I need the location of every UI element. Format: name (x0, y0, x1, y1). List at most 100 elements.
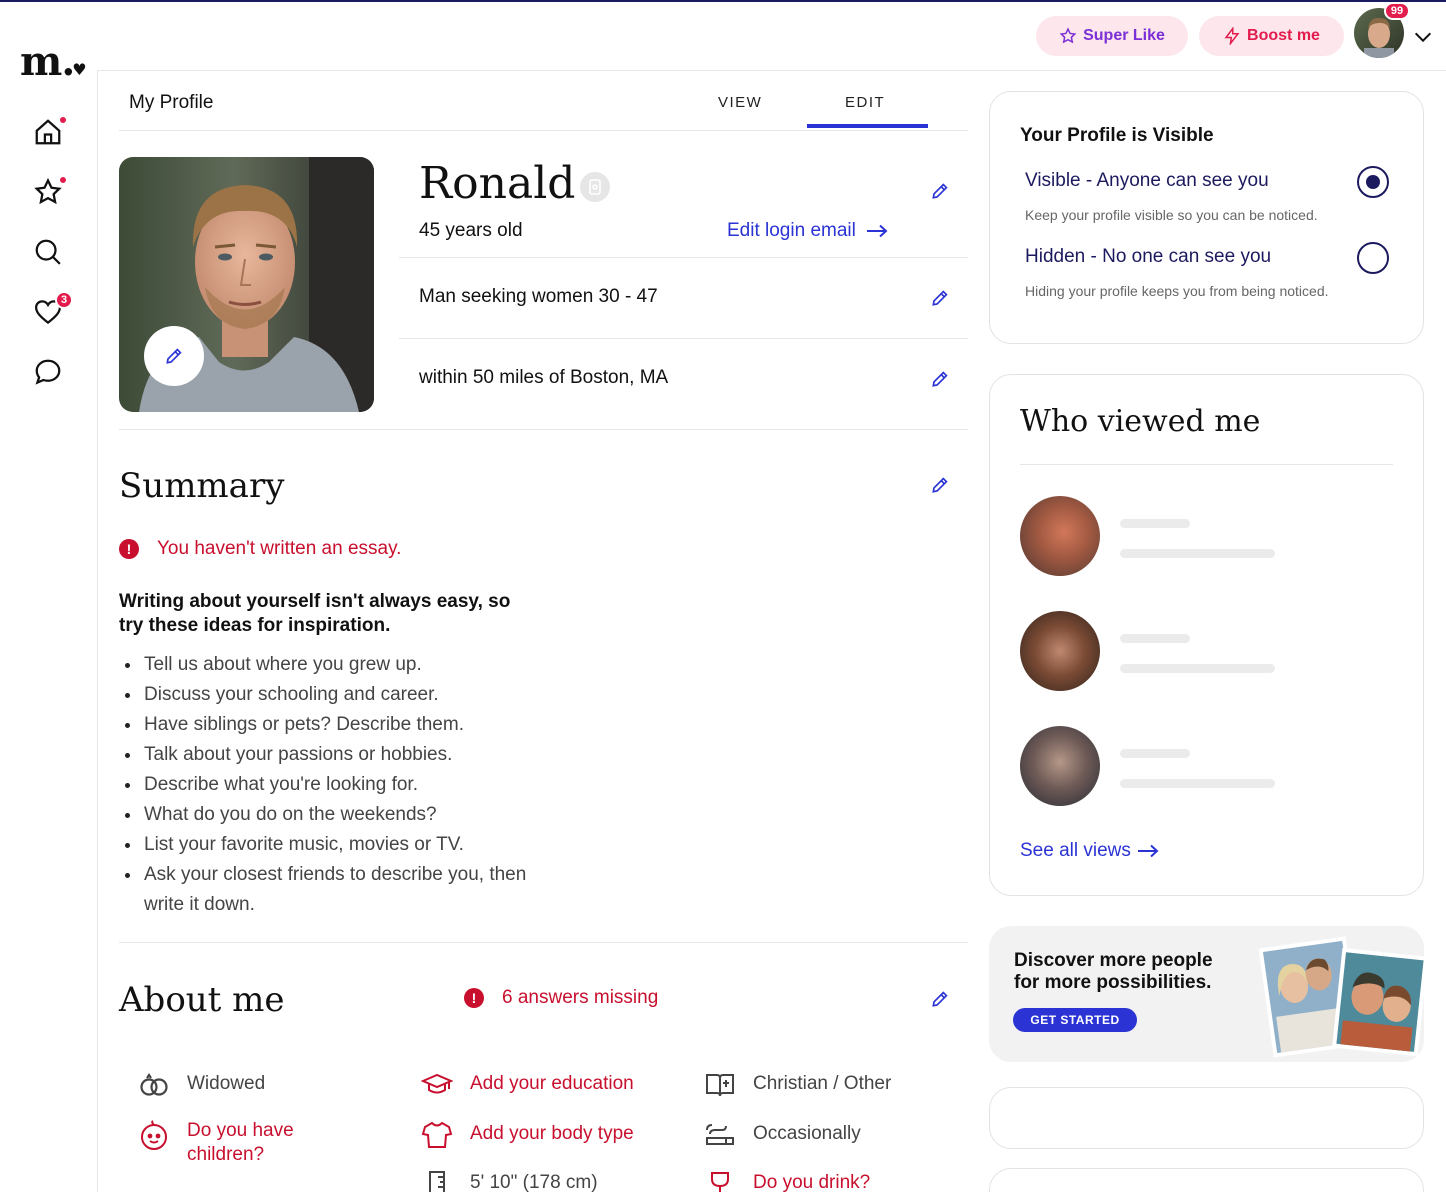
list-item: Describe what you're looking for. (119, 770, 539, 800)
divider (119, 429, 968, 430)
account-menu-toggle[interactable] (1412, 26, 1434, 53)
about-item-label: Widowed (187, 1073, 266, 1094)
list-item: Ask your closest friends to describe you… (119, 860, 539, 920)
edit-photo-button[interactable] (144, 326, 204, 386)
list-item: Have siblings or pets? Describe them. (119, 710, 539, 740)
about-item-label: 5' 10" (178 cm) (470, 1172, 598, 1192)
chevron-down-icon (1414, 32, 1432, 43)
about-item-label: Do you drink? (753, 1172, 871, 1192)
viewer-detail-placeholder (1120, 779, 1275, 788)
visible-radio[interactable] (1357, 166, 1389, 198)
list-item: Talk about your passions or hobbies. (119, 740, 539, 770)
logo-text: m. (20, 38, 75, 85)
about-title: About me (119, 980, 285, 1020)
viewer-name-placeholder (1120, 634, 1190, 643)
divider (119, 942, 968, 943)
arrow-right-icon (866, 224, 888, 238)
discover-promo-card[interactable]: Discover more people for more possibilit… (989, 926, 1424, 1062)
who-viewed-title: Who viewed me (1020, 404, 1261, 439)
edit-login-email-link[interactable]: Edit login email (727, 220, 888, 242)
search-icon (35, 239, 61, 265)
about-item-body-type[interactable]: Add your body type (420, 1121, 634, 1148)
viewer-avatar-blurred[interactable] (1020, 496, 1100, 576)
viewer-avatar-blurred[interactable] (1020, 726, 1100, 806)
about-item-education[interactable]: Add your education (420, 1072, 634, 1098)
about-item-children[interactable]: Do you have children? (137, 1119, 357, 1167)
list-item: List your favorite music, movies or TV. (119, 830, 539, 860)
profile-name: Ronald (419, 158, 576, 209)
about-item-height[interactable]: 5' 10" (178 cm) (420, 1171, 598, 1192)
top-accent-line (0, 0, 1446, 2)
couple-photos-image (1259, 936, 1424, 1058)
likes-count-badge: 3 (55, 291, 73, 309)
verify-badge[interactable] (580, 172, 610, 202)
home-notification-dot (58, 115, 68, 125)
lightning-icon (1224, 27, 1240, 45)
get-started-button[interactable]: GET STARTED (1013, 1008, 1137, 1032)
nav-messages[interactable] (30, 354, 66, 390)
location-preference: within 50 miles of Boston, MA (419, 367, 669, 388)
edit-name-button[interactable] (928, 179, 952, 203)
hidden-option-label[interactable]: Hidden - No one can see you (1025, 246, 1271, 268)
about-item-label: Do you have children? (187, 1120, 294, 1165)
phone-check-icon (589, 179, 601, 195)
smoking-icon (703, 1122, 737, 1148)
match-logo[interactable]: m.♥ (20, 38, 88, 85)
about-item-label: Christian / Other (753, 1073, 892, 1094)
tab-edit[interactable]: EDIT (845, 94, 885, 111)
viewer-avatar-blurred[interactable] (1020, 611, 1100, 691)
boost-button[interactable]: Boost me (1199, 16, 1344, 56)
visibility-title: Your Profile is Visible (1020, 125, 1214, 146)
inspiration-list: Tell us about where you grew up. Discuss… (119, 650, 539, 920)
inspiration-heading: Writing about yourself isn't always easy… (119, 591, 511, 636)
pencil-icon (932, 371, 948, 387)
shirt-icon (420, 1121, 454, 1148)
viewer-name-placeholder (1120, 519, 1190, 528)
edit-login-email-label: Edit login email (727, 220, 856, 241)
wine-glass-icon (703, 1171, 737, 1192)
tabs-divider (119, 130, 968, 131)
star-outline-icon (1059, 27, 1077, 44)
super-like-button[interactable]: Super Like (1036, 16, 1188, 56)
arrow-right-icon (1137, 844, 1159, 858)
edit-location-button[interactable] (928, 367, 952, 391)
about-item-label: Add your education (470, 1073, 634, 1094)
edit-about-button[interactable] (928, 987, 952, 1011)
essay-warning: ! You haven't written an essay. (119, 538, 401, 560)
baby-icon (137, 1119, 171, 1153)
divider (1020, 464, 1393, 465)
promo-text: Discover more people for more possibilit… (1014, 950, 1213, 993)
list-item: Discuss your schooling and career. (119, 680, 539, 710)
alert-icon: ! (119, 539, 139, 559)
pencil-icon (932, 991, 948, 1007)
visible-option-label[interactable]: Visible - Anyone can see you (1025, 170, 1269, 192)
about-item-religion[interactable]: Christian / Other (703, 1072, 891, 1098)
alert-icon: ! (464, 988, 484, 1008)
about-item-smoking[interactable]: Occasionally (703, 1122, 861, 1148)
hidden-radio[interactable] (1357, 242, 1389, 274)
list-item: What do you do on the weekends? (119, 800, 539, 830)
edit-seeking-button[interactable] (928, 286, 952, 310)
nav-search[interactable] (30, 234, 66, 270)
divider (399, 257, 968, 258)
divider (399, 338, 968, 339)
answers-missing-text: 6 answers missing (502, 987, 659, 1008)
active-tab-indicator (807, 124, 928, 128)
graduation-cap-icon (420, 1072, 454, 1098)
pencil-icon (932, 183, 948, 199)
empty-card (989, 1168, 1424, 1192)
see-all-views-link[interactable]: See all views (1020, 840, 1159, 862)
hidden-option-description: Hiding your profile keeps you from being… (1025, 283, 1329, 299)
notifications-badge: 99 (1384, 2, 1410, 20)
logo-heart-icon: ♥ (72, 60, 86, 79)
boost-label: Boost me (1247, 27, 1320, 44)
pencil-icon (166, 348, 182, 364)
list-item: Tell us about where you grew up. (119, 650, 539, 680)
edit-summary-button[interactable] (928, 473, 952, 497)
about-item-drinking[interactable]: Do you drink? (703, 1171, 870, 1192)
book-icon (703, 1072, 737, 1098)
tab-view[interactable]: VIEW (718, 94, 762, 111)
chat-bubble-icon (35, 359, 61, 385)
standouts-notification-dot (58, 175, 68, 185)
about-item-marital-status[interactable]: Widowed (137, 1072, 265, 1098)
